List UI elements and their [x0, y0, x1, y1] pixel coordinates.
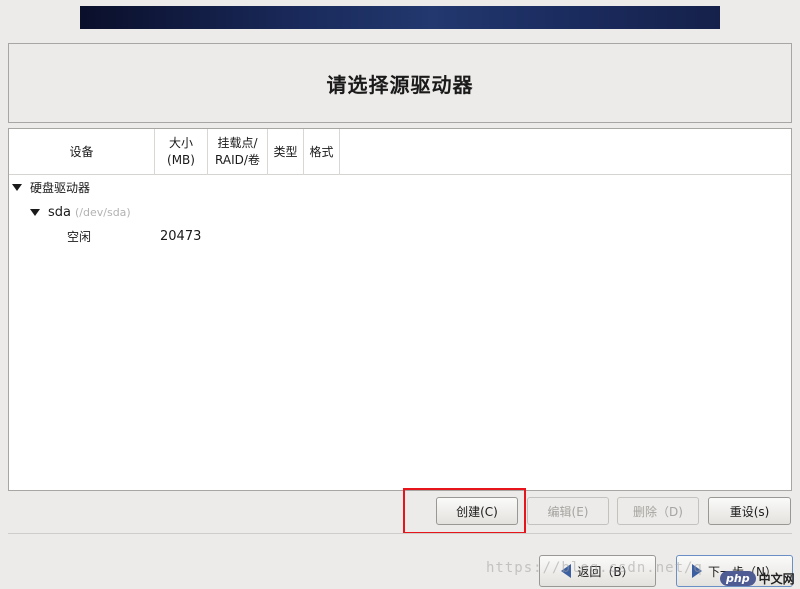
button-label: 删除（D) [633, 504, 683, 519]
column-label: 类型 [273, 144, 298, 159]
device-tree[interactable]: 设备 大小 (MB) 挂载点/ RAID/卷 类型 格式 硬盘驱动器 sda (… [8, 128, 792, 491]
title-panel: 请选择源驱动器 [8, 43, 792, 123]
column-header-device[interactable]: 设备 [9, 129, 155, 175]
button-label: 返回（B） [577, 564, 634, 579]
column-label: RAID/卷 [215, 153, 260, 167]
row-label: 空闲 [67, 229, 92, 244]
row-label: sda [48, 204, 71, 220]
logo-text: 中文网 [758, 571, 795, 586]
delete-button[interactable]: 删除（D) [617, 497, 699, 525]
reset-button[interactable]: 重设(s) [708, 497, 791, 525]
column-label: 设备 [69, 144, 94, 159]
button-label: 编辑(E) [547, 504, 589, 519]
column-header-mount[interactable]: 挂载点/ RAID/卷 [208, 129, 268, 175]
column-label: 挂载点/ [217, 136, 258, 150]
device-path: (/dev/sda) [75, 205, 131, 219]
edit-button[interactable]: 编辑(E) [527, 497, 609, 525]
expander-triangle-icon[interactable] [12, 183, 22, 191]
header-banner [80, 6, 720, 29]
column-header-type[interactable]: 类型 [268, 129, 304, 175]
button-label: 重设(s) [729, 504, 770, 519]
arrow-left-icon [561, 564, 572, 578]
logo-php: php [720, 570, 756, 586]
column-header-format[interactable]: 格式 [304, 129, 340, 175]
page-title: 请选择源驱动器 [326, 72, 474, 97]
tree-row-free[interactable]: 空闲 20473 [9, 225, 791, 247]
php-cn-logo: php 中文网 [720, 567, 800, 589]
separator [8, 533, 792, 534]
column-label: 大小 [168, 136, 193, 150]
column-label-unit: (MB) [167, 153, 195, 167]
table-header: 设备 大小 (MB) 挂载点/ RAID/卷 类型 格式 [9, 129, 791, 175]
expander-triangle-icon[interactable] [30, 208, 40, 216]
row-size: 20473 [160, 228, 202, 244]
tree-row-hard-drives[interactable]: 硬盘驱动器 [9, 176, 90, 198]
highlight-annotation [403, 488, 526, 534]
column-label: 格式 [309, 144, 334, 159]
row-label: 硬盘驱动器 [30, 180, 91, 195]
tree-row-sda[interactable]: sda (/dev/sda) [9, 201, 131, 223]
arrow-right-icon [692, 564, 702, 578]
back-button[interactable]: 返回（B） [539, 555, 656, 587]
column-header-size[interactable]: 大小 (MB) [155, 129, 208, 175]
